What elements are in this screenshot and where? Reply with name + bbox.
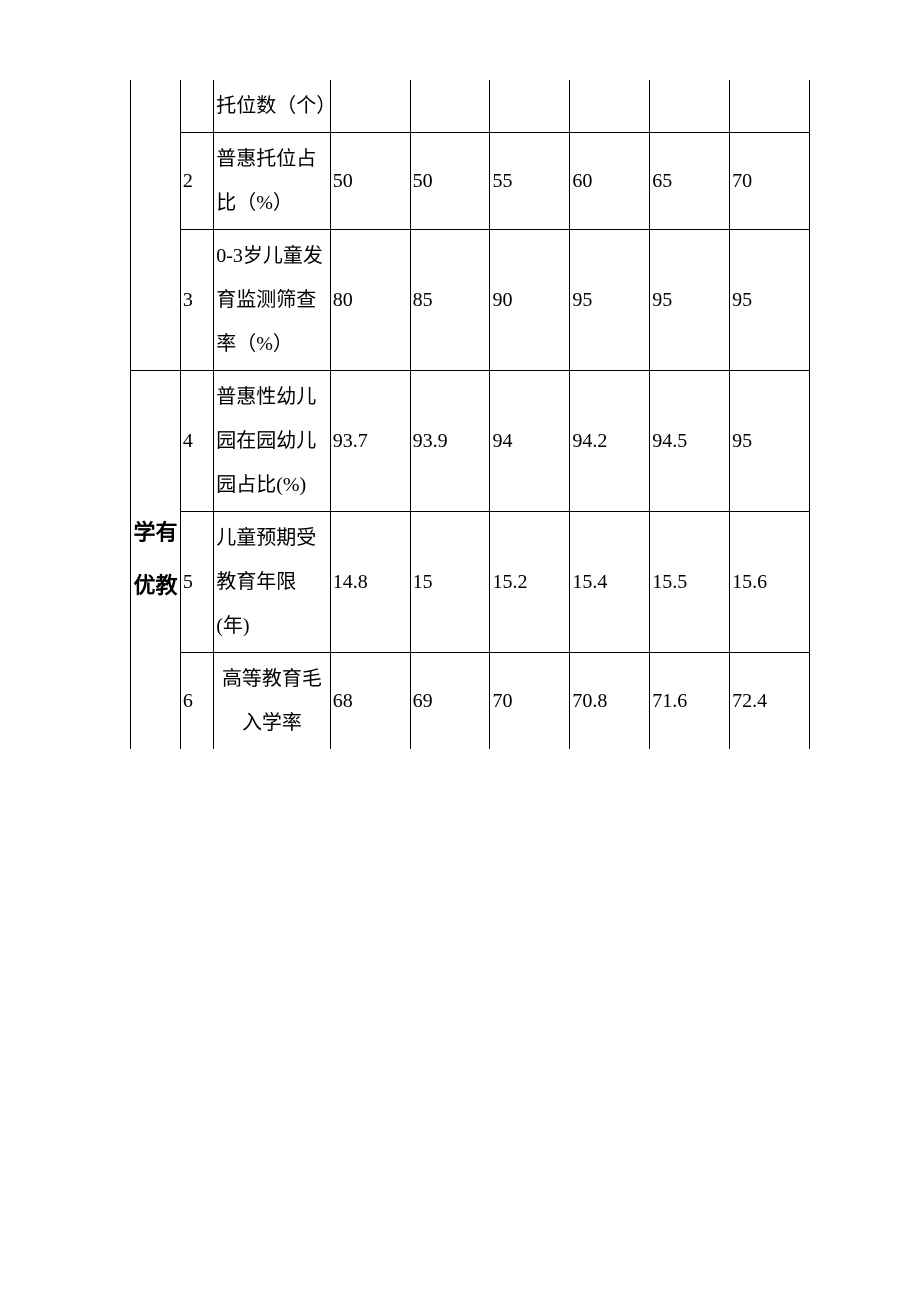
index-cell: 2	[180, 133, 213, 230]
value-cell: 80	[330, 230, 410, 371]
indicator-cell: 高等教育毛入学率	[214, 653, 330, 750]
value-cell	[730, 80, 810, 133]
value-cell: 95	[730, 371, 810, 512]
value-cell: 71.6	[650, 653, 730, 750]
value-cell: 60	[570, 133, 650, 230]
table-row: 3 0-3岁儿童发育监测筛查率（%） 80 85 90 95 95 95	[131, 230, 810, 371]
value-cell: 65	[650, 133, 730, 230]
category-cell	[131, 80, 181, 133]
value-cell: 93.9	[410, 371, 490, 512]
value-cell: 15.5	[650, 512, 730, 653]
value-cell: 70.8	[570, 653, 650, 750]
index-cell	[180, 80, 213, 133]
index-cell: 4	[180, 371, 213, 512]
value-cell: 94.2	[570, 371, 650, 512]
value-cell	[330, 80, 410, 133]
index-cell: 6	[180, 653, 213, 750]
table-row: 托位数（个）	[131, 80, 810, 133]
value-cell: 15.4	[570, 512, 650, 653]
value-cell: 70	[730, 133, 810, 230]
value-cell: 72.4	[730, 653, 810, 750]
value-cell	[410, 80, 490, 133]
value-cell: 85	[410, 230, 490, 371]
value-cell: 95	[730, 230, 810, 371]
value-cell	[570, 80, 650, 133]
indicator-cell: 托位数（个）	[214, 80, 330, 133]
value-cell: 70	[490, 653, 570, 750]
indicator-cell: 儿童预期受教育年限(年)	[214, 512, 330, 653]
index-cell: 5	[180, 512, 213, 653]
value-cell: 55	[490, 133, 570, 230]
value-cell	[490, 80, 570, 133]
value-cell: 95	[650, 230, 730, 371]
value-cell: 93.7	[330, 371, 410, 512]
indicator-cell: 普惠托位占比（%）	[214, 133, 330, 230]
category-cell	[131, 230, 181, 371]
value-cell: 15	[410, 512, 490, 653]
category-cell	[131, 133, 181, 230]
table-row: 2 普惠托位占比（%） 50 50 55 60 65 70	[131, 133, 810, 230]
table-row: 5 儿童预期受教育年限(年) 14.8 15 15.2 15.4 15.5 15…	[131, 512, 810, 653]
value-cell: 15.2	[490, 512, 570, 653]
value-cell: 15.6	[730, 512, 810, 653]
value-cell: 14.8	[330, 512, 410, 653]
table-row: 6 高等教育毛入学率 68 69 70 70.8 71.6 72.4	[131, 653, 810, 750]
table-row: 学有优教 4 普惠性幼儿园在园幼儿园占比(%) 93.7 93.9 94 94.…	[131, 371, 810, 512]
value-cell: 90	[490, 230, 570, 371]
value-cell: 94.5	[650, 371, 730, 512]
indicator-table: 托位数（个） 2 普惠托位占比（%） 50 50 55 60 65 70 3 0…	[130, 80, 810, 749]
value-cell: 68	[330, 653, 410, 750]
indicator-cell: 0-3岁儿童发育监测筛查率（%）	[214, 230, 330, 371]
indicator-cell: 普惠性幼儿园在园幼儿园占比(%)	[214, 371, 330, 512]
index-cell: 3	[180, 230, 213, 371]
value-cell: 50	[330, 133, 410, 230]
value-cell	[650, 80, 730, 133]
value-cell: 69	[410, 653, 490, 750]
category-cell: 学有优教	[131, 371, 181, 750]
value-cell: 50	[410, 133, 490, 230]
value-cell: 94	[490, 371, 570, 512]
value-cell: 95	[570, 230, 650, 371]
